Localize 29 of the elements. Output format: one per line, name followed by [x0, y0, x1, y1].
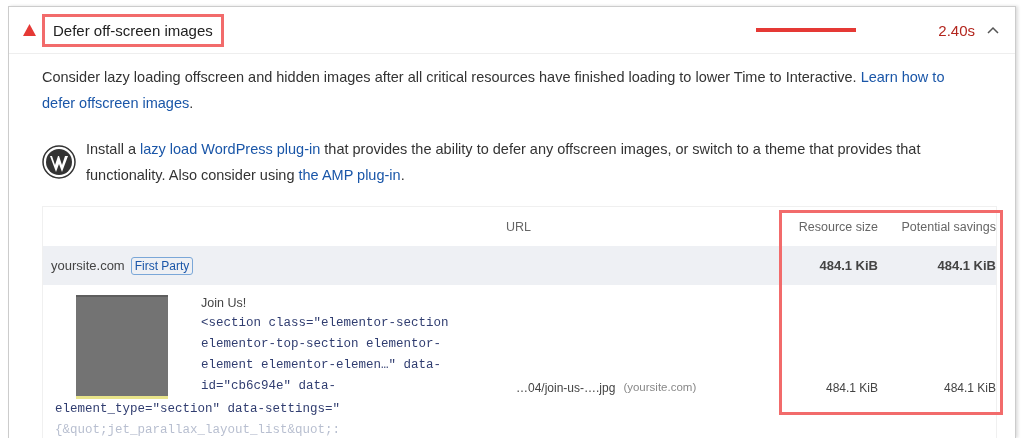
link[interactable]: Learn how to — [860, 69, 945, 85]
column-header: Potential savings — [900, 219, 997, 234]
audit-header[interactable]: Defer off-screen images 2.40s — [9, 7, 1015, 54]
code-line: {&quot;jet_parallax_layout_list&quot;: — [55, 422, 342, 438]
column-header: URL — [506, 219, 532, 234]
audit-description: Consider lazy loading offscreen and hidden images after all critical resources have finished loading to lower Time to Interactive. Learn how to defer offscreen images. — [42, 68, 946, 113]
code-line: id="cb6c94e" data- — [201, 378, 338, 395]
wordpress-logo-icon — [42, 145, 76, 179]
entity-name: yoursite.com — [51, 258, 125, 273]
table-cell-text: 484.1 KiB — [936, 258, 997, 273]
code-line: element_type="section" data-settings=" — [55, 401, 342, 418]
chevron-up-icon[interactable] — [987, 26, 999, 34]
table-cell-text: 484.1 KiB — [818, 258, 879, 273]
warning-triangle-icon — [23, 24, 36, 36]
column-header: Resource size — [797, 219, 879, 234]
url-text: …04/join-us-….jpg — [516, 381, 616, 395]
timing-value: 2.40s — [938, 21, 975, 39]
table-cell-text: 484.1 KiB — [824, 381, 879, 395]
table-cell-text: 484.1 KiB — [942, 381, 997, 395]
audit-title: Defer off-screen images — [42, 13, 224, 47]
element-label: Join Us! — [201, 295, 248, 312]
code-line: element elementor-elemen…" data- — [201, 357, 443, 374]
link[interactable]: the AMP plug-in — [298, 167, 401, 183]
code-line: <section class="elementor-section — [201, 315, 449, 332]
code-line: elementor-top-section elementor- — [201, 336, 443, 353]
first-party-tag: First Party — [130, 256, 194, 275]
origin-text: (yoursite.com) — [623, 381, 697, 395]
stack-pack-text: Install a lazy load WordPress plug-in that provides the ability to defer any offscreen images, or switch to a theme that provides that functionality. Also consider using the AMP plug-in. — [86, 140, 922, 185]
link[interactable]: lazy load WordPress plug-in — [140, 141, 321, 157]
